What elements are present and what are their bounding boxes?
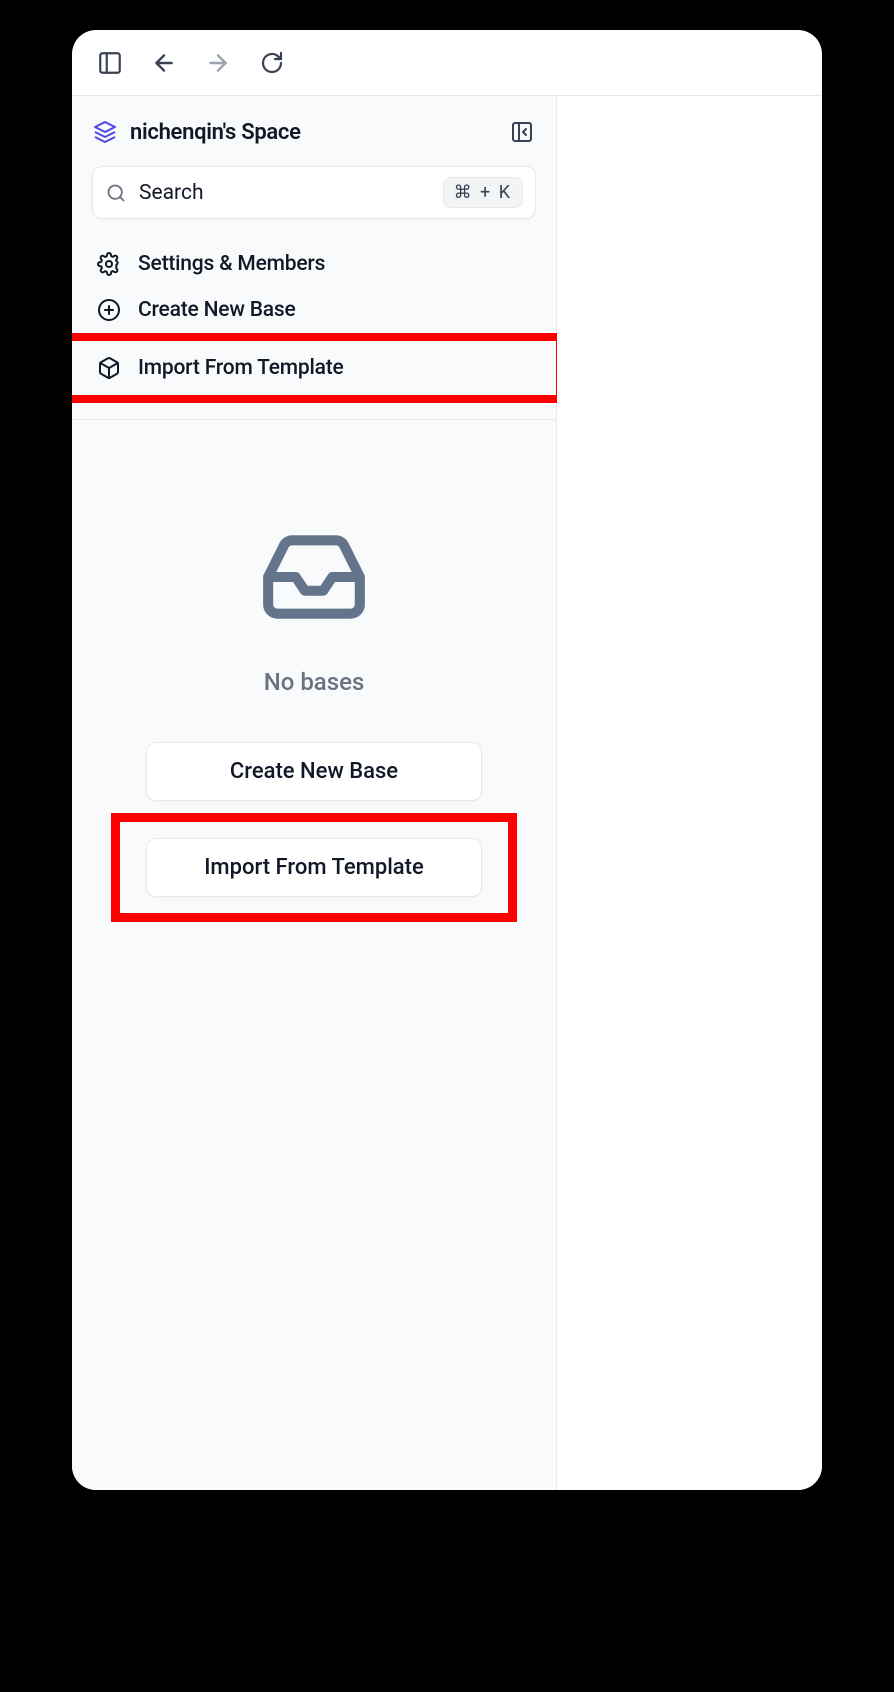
menu-label-create-base: Create New Base: [138, 298, 296, 322]
reload-button[interactable]: [258, 49, 286, 77]
plus-circle-icon: [96, 297, 122, 323]
search-input[interactable]: Search ⌘ + K: [92, 166, 536, 219]
menu-label-settings: Settings & Members: [138, 252, 325, 276]
sidebar-item-create-base[interactable]: Create New Base: [92, 287, 536, 333]
panel-icon: [97, 50, 123, 76]
panel-left-close-icon: [510, 120, 534, 144]
search-container: Search ⌘ + K: [72, 160, 556, 235]
reload-icon: [260, 51, 284, 75]
app-body: nichenqin's Space: [72, 96, 822, 1490]
create-base-button[interactable]: Create New Base: [146, 742, 482, 801]
arrow-left-icon: [151, 50, 177, 76]
empty-title: No bases: [264, 668, 365, 696]
menu-label-import-template: Import From Template: [138, 356, 344, 380]
highlight-annotation: Import From Template: [111, 813, 517, 922]
space-title: nichenqin's Space: [130, 120, 301, 145]
back-button[interactable]: [150, 49, 178, 77]
empty-state: No bases Create New Base Import From Tem…: [72, 420, 556, 1490]
panel-toggle-button[interactable]: [96, 49, 124, 77]
browser-toolbar: [72, 30, 822, 96]
import-template-button[interactable]: Import From Template: [146, 838, 482, 897]
search-placeholder: Search: [139, 181, 431, 205]
package-icon: [96, 355, 122, 381]
collapse-sidebar-button[interactable]: [508, 118, 536, 146]
app-window: nichenqin's Space: [72, 30, 822, 1490]
search-icon: [105, 182, 127, 204]
layers-icon: [92, 119, 118, 145]
gear-icon: [96, 251, 122, 277]
space-row[interactable]: nichenqin's Space: [92, 118, 536, 146]
sidebar-item-settings[interactable]: Settings & Members: [92, 241, 536, 287]
sidebar-item-import-template[interactable]: Import From Template: [72, 333, 564, 403]
sidebar: nichenqin's Space: [72, 96, 557, 1490]
sidebar-header: nichenqin's Space: [72, 96, 556, 160]
sidebar-menu: Settings & Members Create New Base: [72, 235, 556, 420]
arrow-right-icon: [205, 50, 231, 76]
right-panel: [557, 96, 822, 1490]
forward-button[interactable]: [204, 49, 232, 77]
inbox-icon: [259, 522, 369, 636]
search-shortcut: ⌘ + K: [443, 177, 523, 208]
